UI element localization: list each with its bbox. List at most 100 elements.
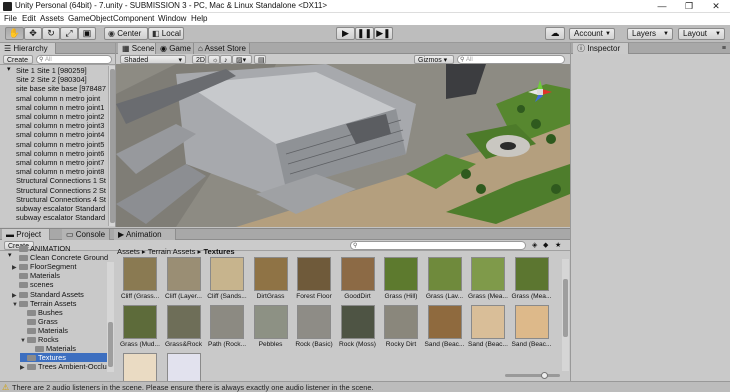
hierarchy-scrollbar[interactable] [108,66,115,226]
hierarchy-item[interactable]: Structural Connections 2 St [16,186,106,195]
hierarchy-item[interactable]: Structural Connections 4 St [16,195,106,204]
cloud-button[interactable]: ☁ [545,27,565,40]
menu-window[interactable]: Window [158,14,186,23]
hierarchy-item[interactable]: smal column n metro joint7 [16,158,104,167]
gizmos-dropdown[interactable]: Gizmos ▾ [414,55,454,64]
hierarchy-item[interactable]: subway escalator Standard [16,204,105,213]
asset-grid-scrollbar[interactable] [562,259,569,371]
hierarchy-item[interactable]: smal column n metro joint2 [16,112,104,121]
filter-by-label-icon[interactable]: ◆ [543,241,548,249]
menu-gameobject[interactable]: GameObject [68,14,113,23]
folder-tree-item[interactable]: Grass [20,317,108,326]
folder-tree-item[interactable]: ▶ Standard Assets [12,290,108,299]
step-button[interactable]: ▶❚ [374,27,393,40]
folder-tree-item[interactable]: Bushes [20,308,108,317]
folder-tree-item[interactable]: Materials [28,344,108,353]
hierarchy-item[interactable]: smal column n metro joint4 [16,130,104,139]
scene-search-input[interactable]: ⚲ All [457,55,565,64]
tab-hierarchy[interactable]: ☰ Hierarchy [0,43,56,54]
favorite-icon[interactable]: ★ [555,241,561,249]
texture-asset[interactable]: GoodDirt [335,257,381,303]
texture-asset[interactable]: Cliff (Grass... [117,257,163,303]
texture-asset[interactable]: Grass (Hill) [378,257,424,303]
breadcrumb-item[interactable]: Assets [117,247,140,256]
texture-asset[interactable]: Grass&Rock [161,305,207,351]
texture-asset[interactable]: Rock (Basic) [291,305,337,351]
icon-size-slider[interactable] [505,372,560,379]
tab-game[interactable]: ◉ Game [156,43,194,54]
texture-asset[interactable]: Sand (Beac... [509,305,555,351]
folder-tree-item[interactable]: Materials [20,326,108,335]
expand-arrow-icon[interactable]: ▶ [20,364,27,373]
texture-asset[interactable]: Cliff (Layer... [161,257,207,303]
texture-asset[interactable]: Cliff (Sands... [204,257,250,303]
hierarchy-item[interactable]: Site 2 Site 2 [980304] [16,75,87,84]
hierarchy-create-dropdown[interactable]: Create ▾ [3,55,33,73]
expand-arrow-icon[interactable]: ▼ [12,301,19,310]
menu-component[interactable]: Component [113,14,154,23]
menu-help[interactable]: Help [191,14,207,23]
pivot-local-toggle[interactable]: ◧ Local [148,27,184,40]
hierarchy-item[interactable]: smal column n metro joint6 [16,149,104,158]
scale-tool-button[interactable]: ⤢ [60,27,78,40]
grid-toggle[interactable]: ▤ [254,55,266,64]
tab-asset-store[interactable]: ⌂ Asset Store [194,43,250,54]
pause-button[interactable]: ❚❚ [355,27,374,40]
menu-edit[interactable]: Edit [22,14,36,23]
texture-asset[interactable]: DirtGrass [248,257,294,303]
hierarchy-item[interactable]: subway escalator Standard [16,213,105,222]
hand-tool-button[interactable]: ✋ [5,27,24,40]
texture-asset[interactable]: Path (Rock... [204,305,250,351]
texture-asset[interactable]: Sand (Beac... [422,305,468,351]
texture-asset[interactable]: Grass (Mud... [117,305,163,351]
folder-tree-item[interactable]: scenes [12,280,108,289]
move-tool-button[interactable]: ✥ [24,27,42,40]
hierarchy-item[interactable]: smal column n metro joint1 [16,103,104,112]
hierarchy-item[interactable]: smal column n metro joint5 [16,140,104,149]
folder-tree-item[interactable]: ▶ Trees Ambient-Occlus [20,362,110,373]
folder-tree-item[interactable]: ▶ FloorSegment [12,262,108,271]
lighting-toggle[interactable]: ☼ [208,55,220,64]
minimize-button[interactable]: — [651,0,673,13]
hierarchy-item[interactable]: smal column n metro joint3 [16,121,104,130]
breadcrumb-item[interactable]: Textures [203,247,234,256]
texture-asset[interactable]: Sand (Beac... [465,305,511,351]
tab-scene[interactable]: ▦ Scene [118,43,156,54]
effects-dropdown[interactable]: ▨▾ [232,55,252,64]
folder-tree-scrollbar[interactable] [107,262,114,372]
folder-tree-item[interactable]: Clean Concrete Ground [12,253,108,262]
menu-assets[interactable]: Assets [40,14,64,23]
scrollbar-thumb[interactable] [563,279,568,337]
expand-arrow-icon[interactable]: ▼ [20,337,27,346]
project-search-input[interactable]: ⚲ [350,241,526,250]
texture-asset[interactable]: Forest Floor [291,257,337,303]
texture-asset[interactable]: Rocky Dirt [378,305,424,351]
hierarchy-item[interactable]: smal column n metro joint8 [16,167,104,176]
texture-asset[interactable]: Grass (Mea... [465,257,511,303]
hierarchy-search-input[interactable]: ⚲ All [36,55,112,64]
hierarchy-item[interactable]: Structural Connections 1 St [16,176,106,185]
hierarchy-item[interactable]: smal column n metro joint [16,94,100,103]
folder-tree-item[interactable]: ANIMATION [12,244,108,253]
slider-handle[interactable] [541,372,548,379]
rotate-tool-button[interactable]: ↻ [42,27,60,40]
hierarchy-item[interactable]: site base site base [978487 [16,84,106,93]
layers-dropdown[interactable]: Layers ▼ [627,28,673,40]
filter-by-type-icon[interactable]: ◈ [532,241,537,249]
tab-animation[interactable]: ▶ Animation [114,229,176,240]
scrollbar-thumb[interactable] [110,69,115,223]
restore-button[interactable]: ❐ [678,0,700,13]
texture-asset[interactable]: Pebbles [248,305,294,351]
tab-console[interactable]: ▭ Console [62,229,110,240]
layout-dropdown[interactable]: Layout ▼ [678,28,725,40]
account-dropdown[interactable]: Account ▼ [569,28,615,40]
scene-viewport[interactable] [116,64,570,227]
texture-asset[interactable]: Grass (Lav... [422,257,468,303]
2d-toggle[interactable]: 2D [192,55,206,64]
folder-tree-item[interactable]: ▼ Terrain Assets [12,299,108,308]
folder-tree-item[interactable]: Textures [20,353,108,363]
tab-inspector[interactable]: ⓘ Inspector [573,43,629,54]
panel-menu-icon[interactable]: ≡ [722,43,726,54]
pivot-center-toggle[interactable]: ◉ Center [104,27,148,40]
folder-tree-item[interactable]: Materials [12,271,108,280]
